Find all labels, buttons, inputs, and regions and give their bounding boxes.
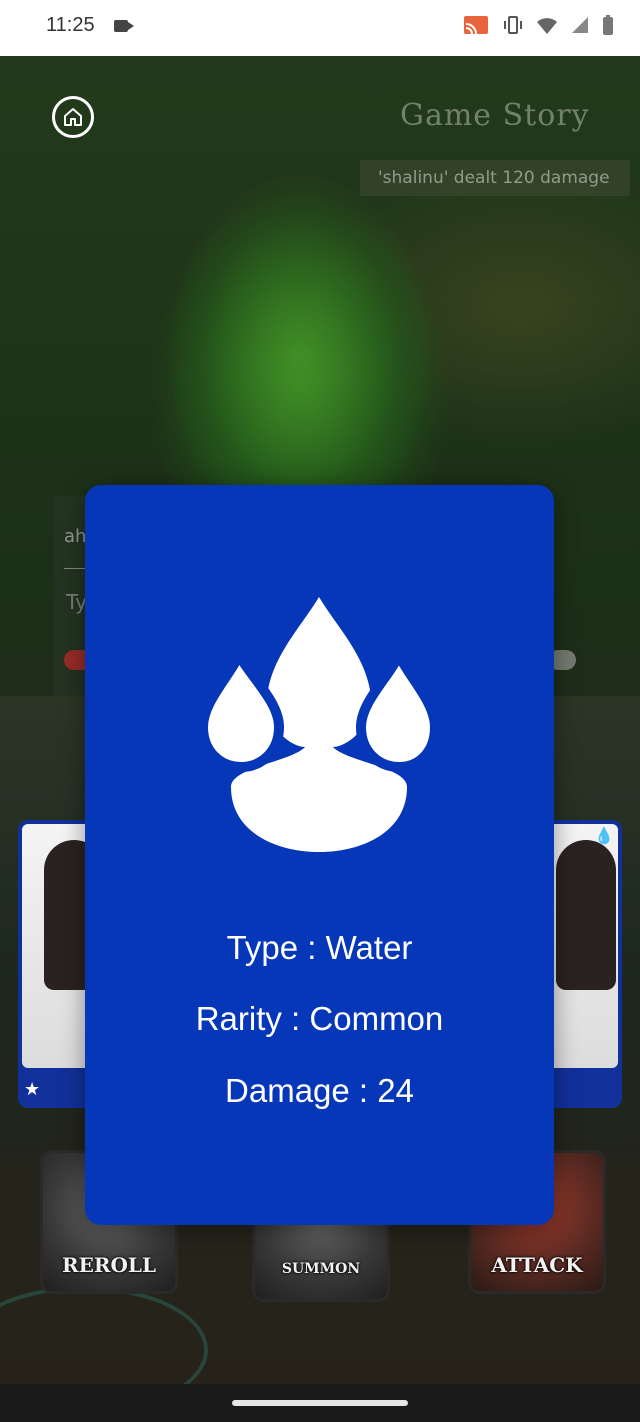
story-log-entry: 'shalinu' dealt 120 damage: [360, 160, 630, 196]
vibrate-icon: [504, 16, 522, 34]
home-icon: [64, 108, 82, 126]
wifi-icon: [537, 18, 557, 34]
star-icon: ★: [24, 1079, 41, 1100]
card-type: Type : Water: [226, 929, 413, 966]
card-detail-modal[interactable]: Type : Water Rarity : Common Damage : 24: [85, 485, 554, 1225]
home-button[interactable]: [52, 96, 94, 138]
status-bar: 11:25: [0, 0, 640, 56]
battery-icon: [603, 15, 613, 35]
card-rarity: Rarity : Common: [195, 1000, 444, 1037]
home-gesture-handle[interactable]: [232, 1400, 408, 1406]
system-nav-bar: [0, 1384, 640, 1422]
signal-icon: [572, 17, 588, 33]
game-story-title: Game Story: [400, 98, 590, 133]
reroll-label: REROLL: [61, 1253, 157, 1277]
water-drops-icon: [201, 597, 437, 852]
water-drop-icon: 💧: [594, 826, 614, 845]
screen-record-icon: [114, 20, 134, 32]
chat-message: ah: [64, 526, 87, 547]
summon-label: SUMMON: [281, 1261, 361, 1277]
chat-input[interactable]: Ty: [66, 590, 87, 614]
character-hair: [556, 840, 616, 990]
card-damage: Damage : 24: [225, 1072, 414, 1109]
status-icons: [462, 14, 614, 36]
cast-icon: [464, 16, 488, 35]
status-time: 11:25: [46, 14, 95, 36]
attack-label: ATTACK: [491, 1253, 583, 1277]
